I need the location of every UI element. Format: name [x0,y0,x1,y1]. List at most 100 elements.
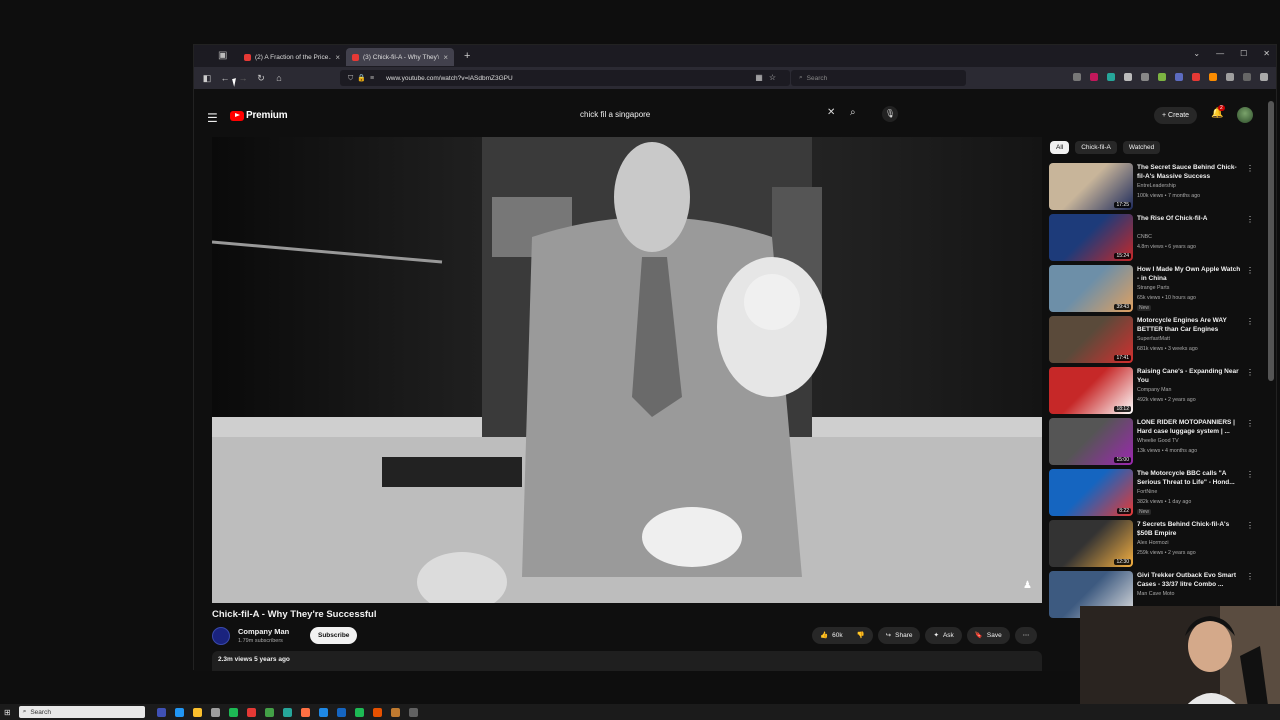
chip-chick-fil-a[interactable]: Chick-fil-A [1075,141,1117,154]
like-button[interactable]: 👍 60k 👎 [812,627,873,644]
more-options-icon[interactable]: ⋮ [1246,521,1254,530]
more-options-icon[interactable]: ⋮ [1246,368,1254,377]
chrome-icon[interactable] [264,707,274,717]
recommended-channel[interactable]: Company Man [1137,387,1171,393]
recommended-channel[interactable]: FortNine [1137,489,1157,495]
extension-icon[interactable] [1209,73,1217,81]
tab-fraction-price[interactable]: (2) A Fraction of the Price... But × [238,48,346,66]
more-options-icon[interactable]: ⋮ [1246,317,1254,326]
page-actions[interactable]: ▦☆ [755,73,782,82]
recommended-title[interactable]: LONE RIDER MOTOPANNIERS | Hard case lugg… [1137,419,1241,436]
recommended-title[interactable]: The Motorcycle BBC calls "A Serious Thre… [1137,470,1241,487]
video-thumbnail[interactable]: 17:41 [1049,316,1133,363]
description-box[interactable]: 2.3m views 5 years ago [212,651,1042,671]
app-icon[interactable] [246,707,256,717]
recommended-title[interactable]: 7 Secrets Behind Chick-fil-A's $50B Empi… [1137,521,1241,538]
address-bar[interactable]: ⛉🔒≡ www.youtube.com/watch?v=lASdbmZ3GPU … [340,70,790,86]
accessibility-icon[interactable]: ♟ [1023,580,1032,591]
settings-icon[interactable] [408,707,418,717]
windows-start-icon[interactable]: ⊞ [4,708,11,717]
more-options-icon[interactable]: ⋮ [1246,164,1254,173]
maximize-icon[interactable]: ☐ [1240,49,1247,58]
search-icon[interactable]: ⌕ [850,107,856,118]
video-thumbnail[interactable]: 12:30 [1049,520,1133,567]
video-thumbnail[interactable]: 15:00 [1049,418,1133,465]
extension-icon[interactable] [1141,73,1149,81]
channel-avatar[interactable] [212,627,230,645]
extension-icon[interactable] [1090,73,1098,81]
folder-icon[interactable] [192,707,202,717]
extension-icon[interactable] [1192,73,1200,81]
recommended-channel[interactable]: CNBC [1137,234,1152,240]
extensions-puzzle-icon[interactable] [1243,73,1251,81]
app-icon[interactable] [372,707,382,717]
sidebar-toggle-icon[interactable]: ◧ [198,73,216,84]
recommended-video[interactable]: 39:43 How I Made My Own Apple Watch - in … [1049,265,1259,316]
recommended-title[interactable]: Givi Trekker Outback Evo Smart Cases - 3… [1137,572,1241,589]
more-options-icon[interactable]: ⋮ [1246,470,1254,479]
home-icon[interactable]: ⌂ [270,73,288,83]
clear-search-icon[interactable]: ✕ [827,107,835,118]
recommended-video[interactable]: 17:41 Motorcycle Engines Are WAY BETTER t… [1049,316,1259,367]
ask-button[interactable]: ✦ Ask [925,627,962,644]
page-scrollbar[interactable] [1268,101,1274,381]
list-all-tabs-icon[interactable]: ⌄ [1193,49,1200,58]
recommended-channel[interactable]: Strange Parts [1137,285,1169,291]
hamburger-menu-icon[interactable]: ☰ [207,111,218,125]
chip-watched[interactable]: Watched [1122,141,1161,154]
youtube-search-input[interactable]: chick fil a singapore [574,107,844,123]
back-icon[interactable]: ← [216,73,234,83]
video-thumbnail[interactable]: 8:22 [1049,469,1133,516]
recommended-title[interactable]: The Rise Of Chick-fil-A [1137,215,1241,224]
account-avatar[interactable] [1237,107,1253,123]
new-tab-button[interactable]: + [464,50,470,62]
spotify-icon[interactable] [354,707,364,717]
more-options-icon[interactable]: ⋮ [1246,215,1254,224]
save-button[interactable]: 🔖 Save [966,627,1010,644]
thumbs-down-icon[interactable]: 👎 [857,627,865,644]
menu-icon[interactable] [1260,73,1268,81]
close-icon[interactable]: × [335,53,340,62]
tab-chick-fil-a[interactable]: (3) Chick-fil-A - Why They're × [346,48,454,66]
extension-icon[interactable] [1107,73,1115,81]
recommended-channel[interactable]: Alex Hormozi [1137,540,1169,546]
app-icon[interactable] [174,707,184,717]
app-icon[interactable] [282,707,292,717]
create-button[interactable]: + Create [1154,107,1198,124]
more-options-icon[interactable]: ⋮ [1246,572,1254,581]
video-thumbnail[interactable]: 18:12 [1049,367,1133,414]
video-thumbnail[interactable]: 39:43 [1049,265,1133,312]
recommended-video[interactable]: 17:25 The Secret Sauce Behind Chick-fil-A… [1049,163,1259,214]
app-icon[interactable] [156,707,166,717]
recommended-video[interactable]: 12:30 7 Secrets Behind Chick-fil-A's $50B… [1049,520,1259,571]
app-icon[interactable] [318,707,328,717]
reload-icon[interactable]: ↻ [252,73,270,84]
library-icon[interactable] [1073,73,1081,81]
recommended-title[interactable]: Raising Cane's - Expanding Near You [1137,368,1241,385]
close-icon[interactable]: × [443,53,448,62]
app-icon[interactable] [210,707,220,717]
more-options-icon[interactable]: ⋮ [1246,266,1254,275]
tab-list-icon[interactable]: ▣ [218,50,227,61]
recommended-channel[interactable]: Wheelie Good TV [1137,438,1179,444]
recommended-video[interactable]: 8:22 The Motorcycle BBC calls "A Serious … [1049,469,1259,520]
taskbar-search[interactable]: ⌕ Search [18,706,145,718]
recommended-video[interactable]: 15:24 The Rise Of Chick-fil-A CNBC 4.8m vie… [1049,214,1259,265]
youtube-premium-logo[interactable]: Premium [230,110,288,121]
spotify-icon[interactable] [228,707,238,717]
recommended-video[interactable]: 18:12 Raising Cane's - Expanding Near You… [1049,367,1259,418]
more-actions-button[interactable]: ⋯ [1014,627,1038,644]
more-options-icon[interactable]: ⋮ [1246,419,1254,428]
share-button[interactable]: ↪ Share [877,627,921,644]
video-thumbnail[interactable]: 15:24 [1049,214,1133,261]
recommended-channel[interactable]: Man Cave Moto [1137,591,1174,597]
firefox-icon[interactable] [300,707,310,717]
subscribe-button[interactable]: Subscribe [310,627,358,644]
recommended-channel[interactable]: EntreLeadership [1137,183,1176,189]
minimize-icon[interactable]: — [1216,49,1224,58]
app-icon[interactable] [336,707,346,717]
app-icon[interactable] [390,707,400,717]
extension-icon[interactable] [1226,73,1234,81]
chip-all[interactable]: All [1050,141,1070,154]
browser-search-field[interactable]: ⌕ Search [791,70,966,86]
